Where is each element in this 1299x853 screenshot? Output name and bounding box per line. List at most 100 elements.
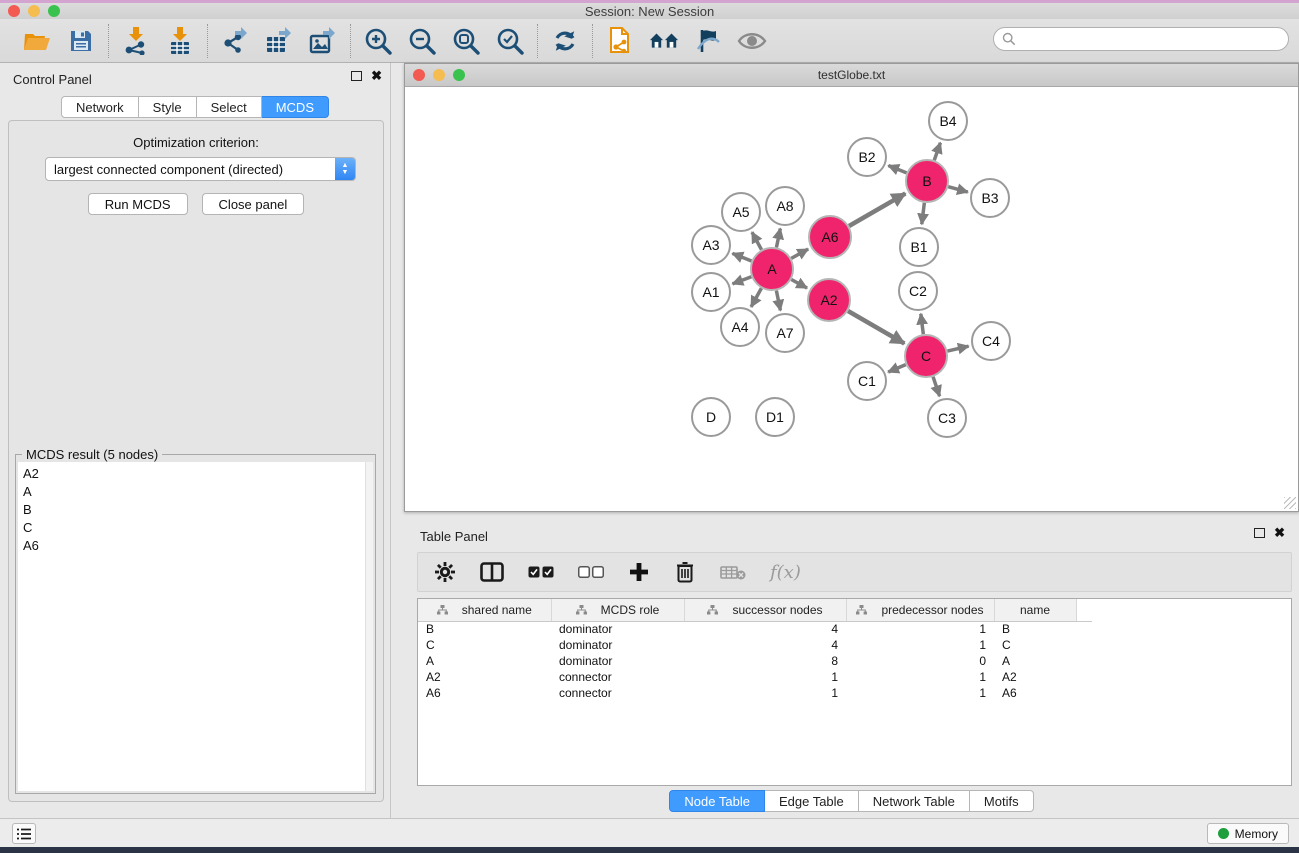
column-header-name[interactable]: name <box>994 599 1076 621</box>
tab-mcds[interactable]: MCDS <box>262 96 329 118</box>
result-item[interactable]: B <box>23 501 365 519</box>
task-history-button[interactable] <box>12 823 36 844</box>
zoom-out-button[interactable] <box>407 26 437 56</box>
table-close-icon[interactable]: ✖ <box>1274 528 1285 538</box>
export-network-button[interactable] <box>220 26 250 56</box>
node-C3[interactable]: C3 <box>928 399 966 437</box>
result-item[interactable]: A <box>23 483 365 501</box>
tab-network[interactable]: Network <box>61 96 139 118</box>
add-column-button[interactable] <box>628 560 650 584</box>
table-row[interactable]: Bdominator41B <box>418 621 1092 637</box>
edge-A2-C[interactable] <box>848 311 904 344</box>
run-mcds-button[interactable]: Run MCDS <box>88 193 188 215</box>
import-table-button[interactable] <box>165 26 195 56</box>
edge-A-A8[interactable] <box>776 229 780 248</box>
node-A4[interactable]: A4 <box>721 308 759 346</box>
memory-button[interactable]: Memory <box>1207 823 1289 844</box>
edge-A-A2[interactable] <box>791 280 807 289</box>
node-A5[interactable]: A5 <box>722 193 760 231</box>
edge-A-A5[interactable] <box>752 232 762 249</box>
node-C2[interactable]: C2 <box>899 272 937 310</box>
edge-B-B4[interactable] <box>934 143 940 161</box>
node-A1[interactable]: A1 <box>692 273 730 311</box>
hide-graphics-button[interactable] <box>693 26 723 56</box>
column-header-predecessor-nodes[interactable]: predecessor nodes <box>846 599 994 621</box>
network-from-file-button[interactable] <box>605 26 635 56</box>
node-table[interactable]: shared nameMCDS rolesuccessor nodesprede… <box>417 598 1292 786</box>
zoom-in-button[interactable] <box>363 26 393 56</box>
column-header-successor-nodes[interactable]: successor nodes <box>684 599 846 621</box>
close-panel-button[interactable]: Close panel <box>202 193 305 215</box>
delete-column-button[interactable] <box>674 560 696 584</box>
table-tab-node-table[interactable]: Node Table <box>669 790 765 812</box>
edge-A-A1[interactable] <box>733 277 752 284</box>
node-B3[interactable]: B3 <box>971 179 1009 217</box>
edge-A-A3[interactable] <box>732 253 751 261</box>
node-B[interactable]: B <box>906 160 948 202</box>
node-A7[interactable]: A7 <box>766 314 804 352</box>
edge-A-A6[interactable] <box>791 249 808 258</box>
table-tab-network-table[interactable]: Network Table <box>859 790 970 812</box>
open-session-button[interactable] <box>22 26 52 56</box>
node-D1[interactable]: D1 <box>756 398 794 436</box>
show-columns-button[interactable] <box>480 560 504 584</box>
network-canvas[interactable]: B4B2BB3A5A8A6A3B1AC2A1A2A4A7C4CC1C3DD1 <box>405 87 1298 511</box>
edge-A-A4[interactable] <box>751 288 761 307</box>
close-panel-icon[interactable]: ✖ <box>371 71 382 81</box>
node-B2[interactable]: B2 <box>848 138 886 176</box>
table-row[interactable]: Adominator80A <box>418 653 1092 669</box>
node-C1[interactable]: C1 <box>848 362 886 400</box>
node-C[interactable]: C <box>905 335 947 377</box>
network-graph[interactable]: B4B2BB3A5A8A6A3B1AC2A1A2A4A7C4CC1C3DD1 <box>405 87 1298 511</box>
node-A2[interactable]: A2 <box>808 279 850 321</box>
node-B1[interactable]: B1 <box>900 228 938 266</box>
result-item[interactable]: A6 <box>23 537 365 555</box>
column-header-shared-name[interactable]: shared name <box>418 599 551 621</box>
edge-B-B2[interactable] <box>888 166 906 173</box>
eye-button[interactable] <box>737 26 767 56</box>
delete-table-button[interactable] <box>720 560 746 584</box>
edge-C-C1[interactable] <box>888 365 906 372</box>
column-header-MCDS-role[interactable]: MCDS role <box>551 599 684 621</box>
table-row[interactable]: Cdominator41C <box>418 637 1092 653</box>
float-panel-icon[interactable] <box>351 71 362 81</box>
result-scrollbar[interactable] <box>365 462 373 791</box>
edge-C-C4[interactable] <box>947 346 968 351</box>
function-builder-button[interactable]: f(x) <box>770 560 801 584</box>
node-A6[interactable]: A6 <box>809 216 851 258</box>
deselect-all-button[interactable] <box>578 560 604 584</box>
mcds-result-list[interactable]: A2ABCA6 <box>18 462 365 791</box>
table-row[interactable]: A6connector11A6 <box>418 685 1092 701</box>
refresh-button[interactable] <box>550 26 580 56</box>
table-tab-edge-table[interactable]: Edge Table <box>765 790 859 812</box>
zoom-fit-button[interactable] <box>451 26 481 56</box>
node-A3[interactable]: A3 <box>692 226 730 264</box>
tab-style[interactable]: Style <box>139 96 197 118</box>
table-tab-motifs[interactable]: Motifs <box>970 790 1034 812</box>
edge-C-C3[interactable] <box>933 377 940 396</box>
houses-button[interactable] <box>649 26 679 56</box>
import-network-button[interactable] <box>121 26 151 56</box>
result-item[interactable]: A2 <box>23 465 365 483</box>
table-float-icon[interactable] <box>1254 528 1265 538</box>
table-row[interactable]: A2connector11A2 <box>418 669 1092 685</box>
result-item[interactable]: C <box>23 519 365 537</box>
table-options-button[interactable] <box>434 560 456 584</box>
node-A8[interactable]: A8 <box>766 187 804 225</box>
export-table-button[interactable] <box>264 26 294 56</box>
select-all-button[interactable] <box>528 560 554 584</box>
tab-select[interactable]: Select <box>197 96 262 118</box>
node-A[interactable]: A <box>751 248 793 290</box>
edge-B-B1[interactable] <box>922 203 925 224</box>
edge-B-B3[interactable] <box>948 187 968 192</box>
edge-A6-B[interactable] <box>849 193 905 226</box>
export-image-button[interactable] <box>308 26 338 56</box>
node-B4[interactable]: B4 <box>929 102 967 140</box>
edge-A-A7[interactable] <box>776 291 780 311</box>
search-input[interactable] <box>993 27 1289 51</box>
resize-grip[interactable] <box>1284 497 1296 509</box>
node-C4[interactable]: C4 <box>972 322 1010 360</box>
save-session-button[interactable] <box>66 26 96 56</box>
criterion-select[interactable]: largest connected component (directed) ▲… <box>45 157 356 181</box>
zoom-selected-button[interactable] <box>495 26 525 56</box>
